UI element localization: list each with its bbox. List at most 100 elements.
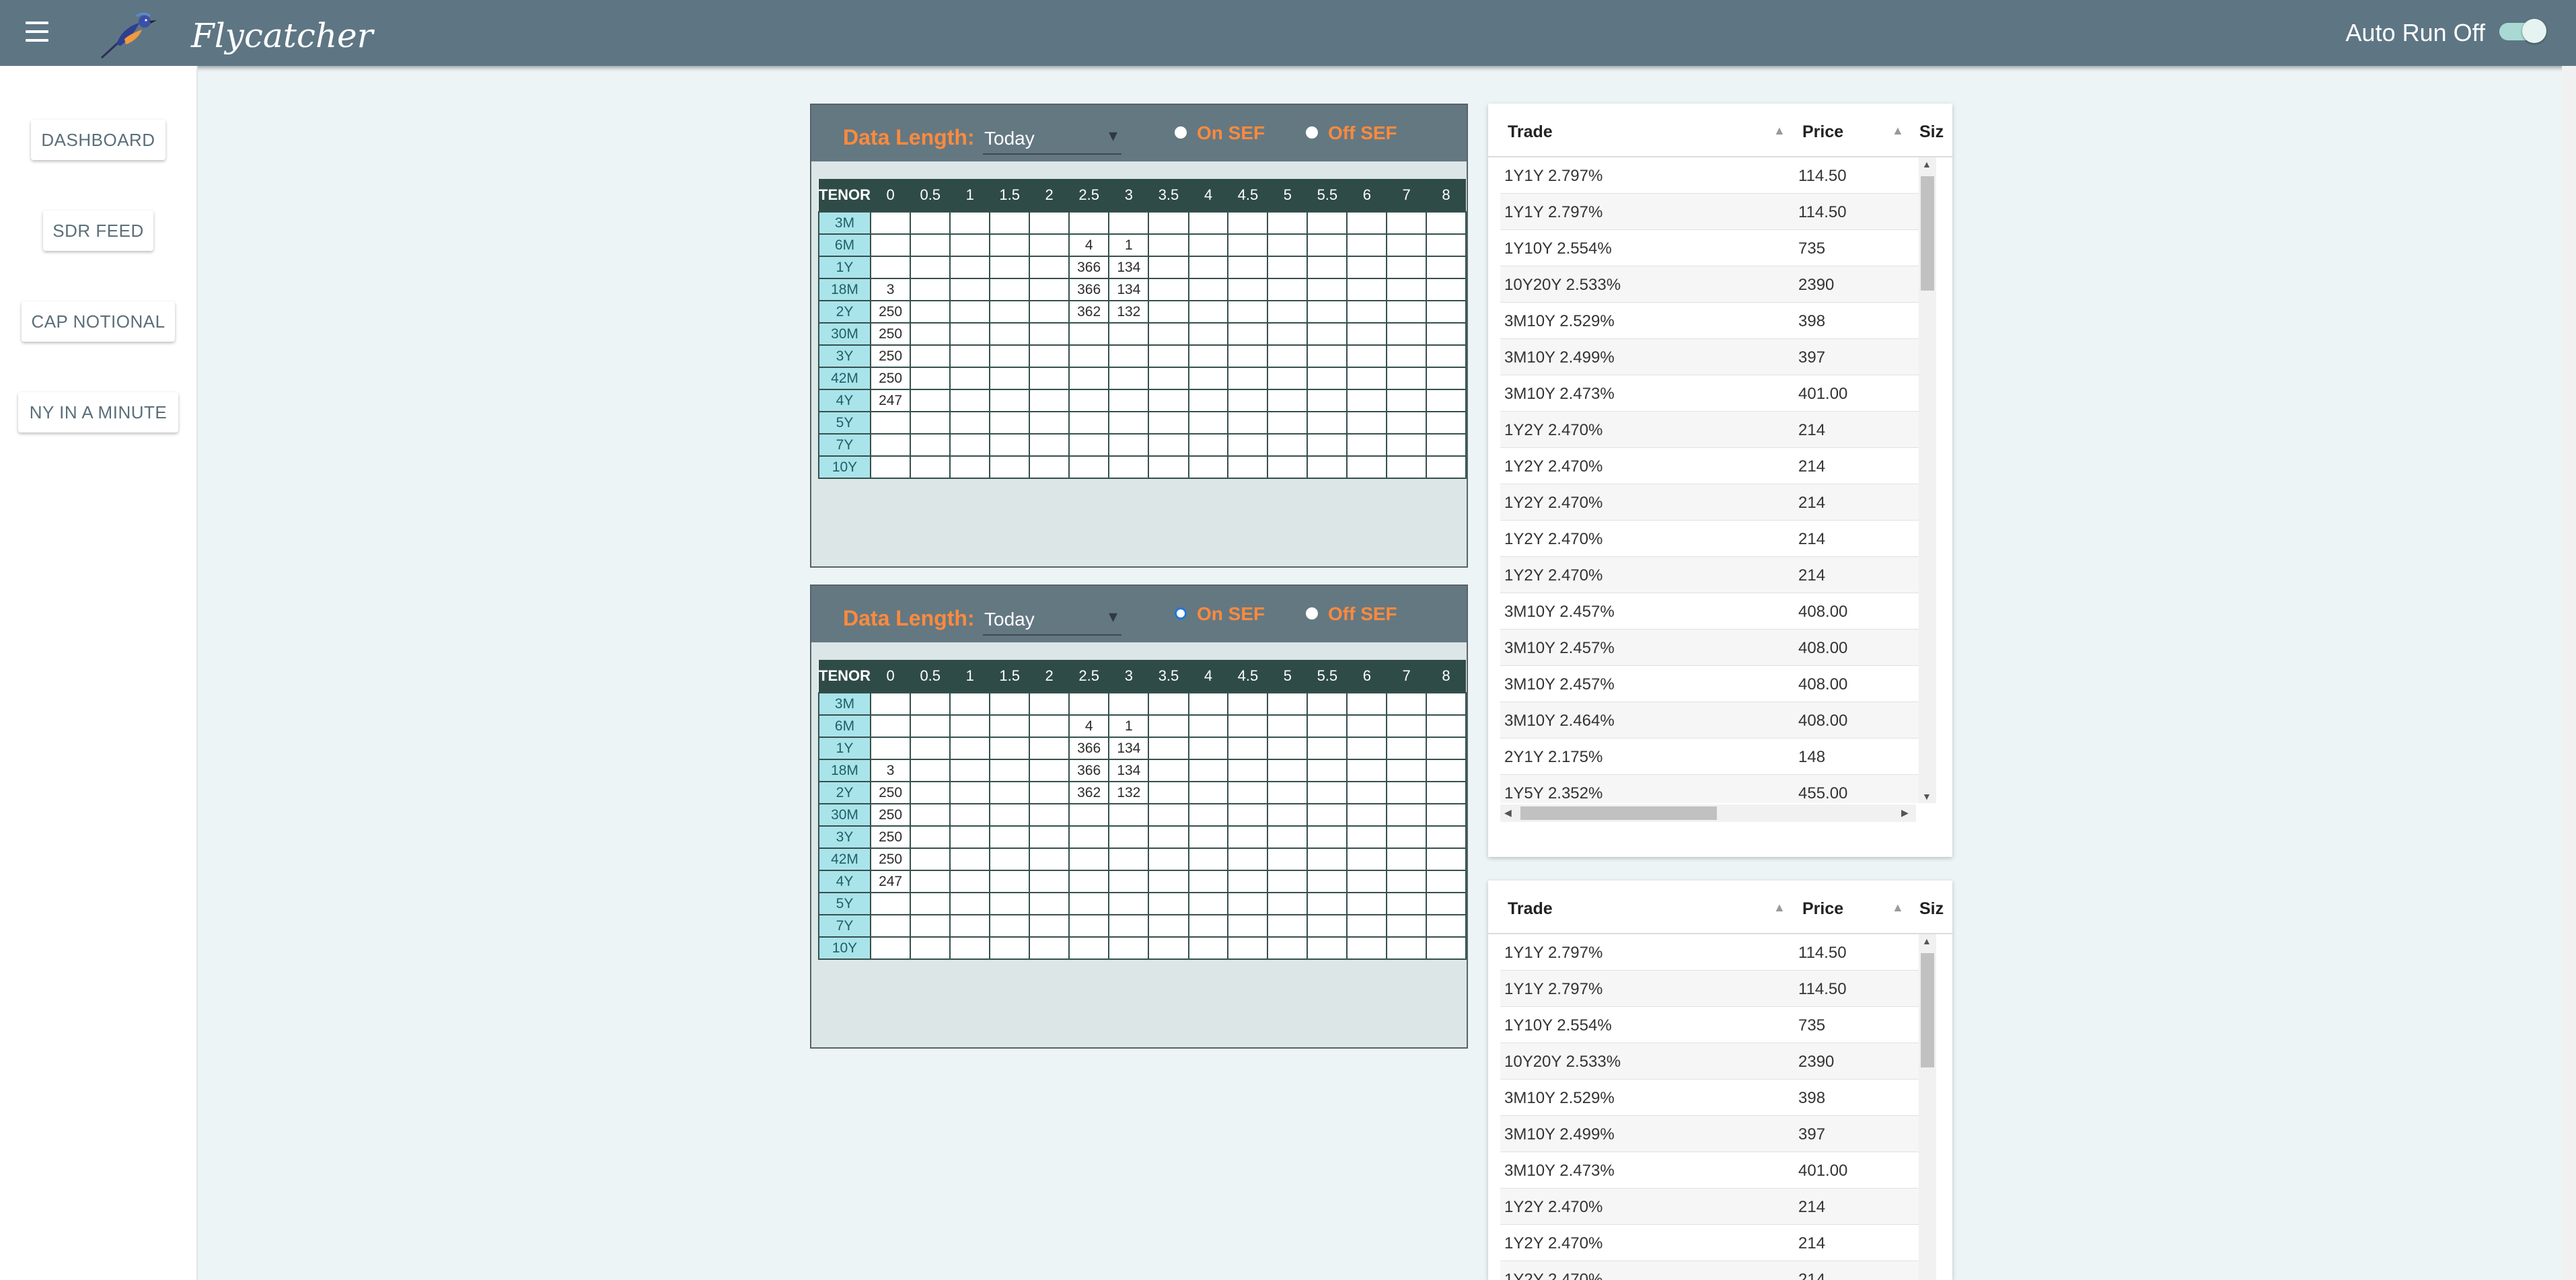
grid-cell[interactable]	[1307, 914, 1348, 938]
grid-cell[interactable]	[1386, 892, 1428, 915]
grid-cell[interactable]	[1426, 256, 1467, 279]
table-row[interactable]: 3M10Y 2.473% 401.00	[1500, 375, 1927, 412]
grid-cell[interactable]	[1346, 322, 1388, 346]
on-sef-radio[interactable]	[1175, 126, 1187, 139]
grid-cell[interactable]	[1346, 344, 1388, 368]
grid-cell[interactable]	[1426, 825, 1467, 849]
price-column-header[interactable]: Price	[1802, 122, 1843, 142]
grid-cell[interactable]	[1227, 278, 1269, 301]
hamburger-menu-icon[interactable]	[26, 22, 48, 42]
table-row[interactable]: 1Y2Y 2.470% 214	[1500, 1261, 1927, 1280]
grid-cell[interactable]	[1267, 367, 1309, 390]
grid-cell[interactable]	[1346, 256, 1388, 279]
grid-cell[interactable]	[1227, 803, 1269, 827]
table-row[interactable]: 1Y10Y 2.554% 735	[1500, 1007, 1927, 1043]
grid-cell[interactable]	[1307, 211, 1348, 235]
grid-cell[interactable]	[1307, 936, 1348, 960]
grid-cell[interactable]	[1426, 803, 1467, 827]
scroll-up-icon[interactable]: ▲	[1922, 159, 1931, 170]
grid-cell[interactable]	[1307, 692, 1348, 716]
grid-cell[interactable]	[1386, 714, 1428, 738]
grid-cell[interactable]: 134	[1108, 737, 1150, 760]
grid-cell[interactable]	[1267, 344, 1309, 368]
grid-cell[interactable]	[1426, 433, 1467, 457]
grid-cell[interactable]	[1148, 825, 1189, 849]
grid-cell[interactable]	[1187, 233, 1229, 257]
grid-cell[interactable]	[910, 825, 951, 849]
grid-cell[interactable]	[989, 914, 1031, 938]
grid-cell[interactable]	[1346, 914, 1388, 938]
grid-cell[interactable]	[1426, 914, 1467, 938]
grid-cell[interactable]	[1267, 848, 1309, 871]
grid-cell[interactable]	[989, 936, 1031, 960]
grid-cell[interactable]	[1267, 914, 1309, 938]
table-row[interactable]: 3M10Y 2.473% 401.00	[1500, 1152, 1927, 1189]
grid-cell[interactable]	[1148, 759, 1189, 782]
grid-cell[interactable]	[1346, 803, 1388, 827]
grid-cell[interactable]	[1187, 322, 1229, 346]
on-sef-radio[interactable]	[1175, 607, 1187, 619]
grid-cell[interactable]	[1029, 870, 1070, 893]
grid-cell[interactable]	[910, 233, 951, 257]
grid-cell[interactable]	[1346, 233, 1388, 257]
grid-cell[interactable]	[1426, 344, 1467, 368]
page-scrollbar[interactable]	[2562, 66, 2576, 1280]
grid-cell[interactable]	[1029, 211, 1070, 235]
grid-cell[interactable]: 132	[1108, 300, 1150, 324]
grid-cell[interactable]	[1148, 411, 1189, 435]
grid-cell[interactable]	[1148, 233, 1189, 257]
grid-cell[interactable]	[1386, 433, 1428, 457]
grid-cell[interactable]	[1307, 256, 1348, 279]
grid-cell[interactable]	[1068, 848, 1110, 871]
grid-cell[interactable]	[1346, 300, 1388, 324]
grid-cell[interactable]	[1346, 211, 1388, 235]
grid-cell[interactable]	[1187, 914, 1229, 938]
grid-cell[interactable]	[1267, 892, 1309, 915]
grid-cell[interactable]	[1307, 870, 1348, 893]
grid-cell[interactable]	[910, 256, 951, 279]
grid-cell[interactable]: 247	[869, 389, 912, 412]
table-row[interactable]: 1Y1Y 2.797% 114.50	[1500, 157, 1927, 194]
grid-cell[interactable]	[1267, 803, 1309, 827]
table-row[interactable]: 3M10Y 2.457% 408.00	[1500, 666, 1927, 702]
grid-cell[interactable]	[1307, 759, 1348, 782]
grid-cell[interactable]	[1068, 892, 1110, 915]
table-row[interactable]: 1Y2Y 2.470% 214	[1500, 484, 1927, 521]
grid-cell[interactable]	[1307, 389, 1348, 412]
grid-cell[interactable]	[1187, 781, 1229, 804]
grid-cell[interactable]	[910, 389, 951, 412]
table-row[interactable]: 10Y20Y 2.533% 2390	[1500, 266, 1927, 303]
grid-cell[interactable]	[1108, 344, 1150, 368]
grid-cell[interactable]	[1029, 300, 1070, 324]
grid-cell[interactable]	[989, 211, 1031, 235]
trade-column-header[interactable]: Trade	[1508, 899, 1553, 919]
grid-cell[interactable]	[1187, 389, 1229, 412]
grid-cell[interactable]	[1227, 300, 1269, 324]
horizontal-scrollbar[interactable]: ◀ ▶	[1500, 804, 1916, 822]
grid-cell[interactable]	[949, 278, 991, 301]
grid-cell[interactable]	[1307, 322, 1348, 346]
grid-cell[interactable]	[910, 367, 951, 390]
grid-cell[interactable]	[1307, 781, 1348, 804]
table-row[interactable]: 1Y2Y 2.470% 214	[1500, 412, 1927, 448]
grid-cell[interactable]	[1187, 870, 1229, 893]
grid-cell[interactable]	[1426, 300, 1467, 324]
sort-arrow-icon[interactable]: ▲	[1892, 124, 1904, 138]
grid-cell[interactable]	[869, 433, 912, 457]
grid-cell[interactable]	[910, 870, 951, 893]
grid-cell[interactable]	[1307, 803, 1348, 827]
grid-cell[interactable]	[1029, 848, 1070, 871]
dashboard-button[interactable]: DASHBOARD	[31, 120, 165, 160]
grid-cell[interactable]	[869, 233, 912, 257]
grid-cell[interactable]	[1227, 211, 1269, 235]
table-row[interactable]: 3M10Y 2.457% 408.00	[1500, 630, 1927, 666]
vertical-scrollbar[interactable]: ▲ ▼	[1919, 157, 1936, 803]
grid-cell[interactable]	[1346, 737, 1388, 760]
grid-cell[interactable]	[1148, 256, 1189, 279]
grid-cell[interactable]	[910, 433, 951, 457]
grid-cell[interactable]	[1307, 825, 1348, 849]
grid-cell[interactable]: 366	[1068, 256, 1110, 279]
grid-cell[interactable]	[1029, 322, 1070, 346]
grid-cell[interactable]	[910, 848, 951, 871]
table-row[interactable]: 3M10Y 2.499% 397	[1500, 339, 1927, 375]
